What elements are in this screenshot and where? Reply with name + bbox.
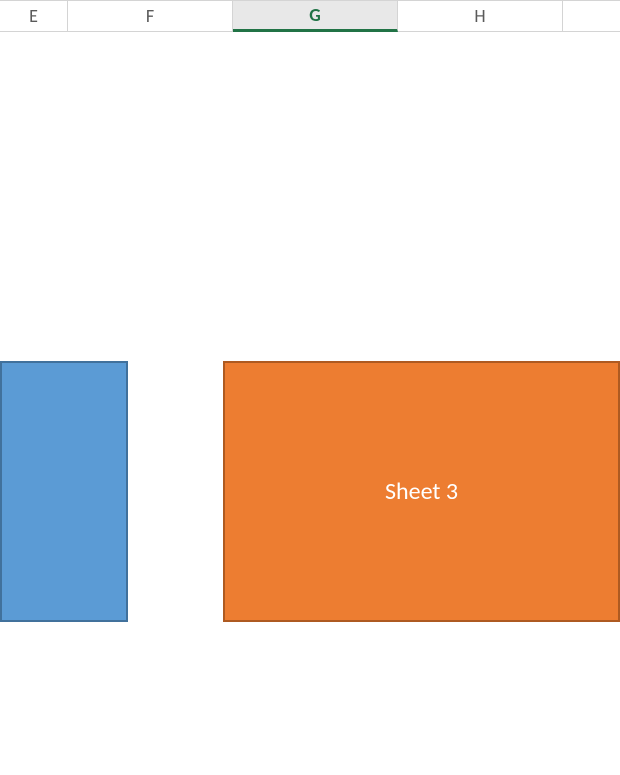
shape-rectangle-blue[interactable] [0,361,128,622]
shape-orange-label: Sheet 3 [385,477,458,506]
column-header-f[interactable]: F [68,0,233,31]
column-header-g[interactable]: G [233,0,398,32]
column-header-e[interactable]: E [0,0,68,31]
column-header-h[interactable]: H [398,0,563,31]
column-header-i[interactable] [563,0,620,31]
shape-rectangle-orange[interactable]: Sheet 3 [223,361,620,622]
spreadsheet-grid[interactable]: Sheet 3 [0,32,620,775]
column-header-row: E F G H [0,0,620,32]
